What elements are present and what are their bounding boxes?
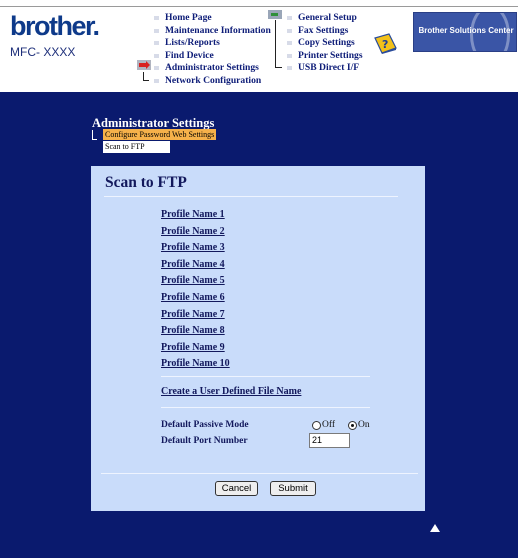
list-item: Profile Name 5: [161, 271, 230, 288]
submit-button[interactable]: Submit: [270, 481, 316, 496]
brother-logo[interactable]: brother.: [10, 13, 100, 40]
list-item: Profile Name 4: [161, 255, 230, 272]
menu-item-label: Lists/Reports: [165, 37, 220, 48]
divider: [101, 473, 418, 474]
menu-item-network-configuration[interactable]: Network Configuration: [153, 75, 271, 88]
menu-bullet-icon: [287, 28, 292, 33]
menu-bullet-icon: [287, 66, 292, 70]
radio-label: Off: [322, 420, 336, 430]
list-item: Profile Name 7: [161, 305, 230, 322]
menu-item-label: Copy Settings: [298, 37, 355, 48]
section-arrow-icon: [268, 10, 282, 19]
help-icon[interactable]: ?: [373, 33, 398, 54]
menu-bullet-icon: [154, 28, 159, 33]
passive-mode-label: Default Passive Mode: [161, 420, 249, 430]
profile-link-6[interactable]: Profile Name 6: [161, 292, 225, 303]
menu-bullet-icon: [154, 41, 159, 45]
menu-bullet-icon: [154, 78, 159, 83]
menu-item-label: Maintenance Information: [165, 24, 271, 36]
profile-link-2[interactable]: Profile Name 2: [161, 226, 225, 237]
radio-circle-checked: [348, 420, 357, 430]
menu-item-general-setup[interactable]: General Setup: [286, 12, 363, 25]
menu-item-label: General Setup: [298, 12, 357, 23]
profile-link-8[interactable]: Profile Name 8: [161, 325, 225, 336]
back-to-top-icon[interactable]: [430, 524, 440, 532]
menu-bullet-icon: [287, 16, 292, 20]
profile-list: Profile Name 1 Profile Name 2 Profile Na…: [161, 205, 230, 371]
menu-item-home-page[interactable]: Home Page: [153, 12, 271, 25]
radio-circle: [312, 420, 321, 430]
create-user-defined-file-name-link[interactable]: Create a User Defined File Name: [161, 386, 301, 397]
menu-item-administrator-settings[interactable]: Administrator Settings: [153, 62, 271, 75]
profile-link-4[interactable]: Profile Name 4: [161, 259, 225, 270]
menu-item-label: Find Device: [165, 49, 214, 61]
menu-item-find-device[interactable]: Find Device: [153, 50, 271, 63]
arrow-tip: [146, 61, 150, 69]
menu-bullet-icon: [287, 53, 292, 58]
menu-item-copy-settings[interactable]: Copy Settings: [286, 37, 363, 50]
panel-title: Scan to FTP: [105, 174, 187, 191]
tree-connector: [275, 20, 276, 68]
profile-link-9[interactable]: Profile Name 9: [161, 342, 225, 353]
menu-item-label: Printer Settings: [298, 49, 363, 61]
divider: [104, 196, 398, 197]
solutions-center-banner[interactable]: Brother Solutions Center: [413, 12, 517, 52]
menu-item-label: Home Page: [165, 12, 212, 23]
active-page-arrow-icon: [137, 60, 151, 70]
menu-bullet-icon: [154, 16, 159, 20]
list-item: Profile Name 2: [161, 222, 230, 239]
tree-connector: [92, 130, 97, 140]
menu-item-label: Administrator Settings: [165, 62, 259, 73]
list-item: Profile Name 1: [161, 205, 230, 222]
menu-item-fax-settings[interactable]: Fax Settings: [286, 25, 363, 38]
list-item: Profile Name 3: [161, 238, 230, 255]
header-top-divider: [0, 6, 518, 7]
menu-item-label: Network Configuration: [165, 74, 262, 86]
main-menu-left: Home Page Maintenance Information Lists/…: [153, 12, 271, 87]
arrow-shaft: [271, 13, 278, 16]
radio-label: On: [358, 420, 370, 430]
menu-item-maintenance-information[interactable]: Maintenance Information: [153, 25, 271, 38]
menu-bullet-icon: [154, 53, 159, 58]
scan-to-ftp-panel: [91, 166, 425, 511]
subtab-scan-to-ftp[interactable]: Scan to FTP: [103, 141, 170, 153]
menu-item-printer-settings[interactable]: Printer Settings: [286, 50, 363, 63]
divider: [161, 407, 370, 408]
tab-web-settings[interactable]: Web Settings: [170, 129, 217, 140]
profile-link-1[interactable]: Profile Name 1: [161, 209, 225, 220]
menu-item-label: Fax Settings: [298, 24, 349, 36]
port-number-label: Default Port Number: [161, 436, 248, 446]
profile-link-7[interactable]: Profile Name 7: [161, 309, 225, 320]
list-item: Profile Name 8: [161, 321, 230, 338]
cancel-button[interactable]: Cancel: [215, 481, 258, 496]
tree-connector: [143, 80, 149, 81]
banner-label: Brother Solutions Center: [418, 26, 514, 35]
menu-item-label: USB Direct I/F: [298, 62, 360, 73]
model-name: MFC- XXXX: [10, 45, 76, 59]
menu-bullet-icon: [287, 41, 292, 45]
menu-bullet-icon: [154, 66, 159, 70]
profile-link-5[interactable]: Profile Name 5: [161, 275, 225, 286]
menu-item-usb-direct-if[interactable]: USB Direct I/F: [286, 62, 363, 75]
header: brother. MFC- XXXX Home Page Maintenance…: [0, 0, 518, 92]
profile-link-3[interactable]: Profile Name 3: [161, 242, 225, 253]
profile-link-10[interactable]: Profile Name 10: [161, 358, 230, 369]
port-number-input[interactable]: 21: [309, 433, 350, 448]
tab-configure-password[interactable]: Configure Password: [103, 129, 173, 140]
list-item: Profile Name 9: [161, 338, 230, 355]
list-item: Profile Name 6: [161, 288, 230, 305]
divider: [161, 376, 370, 377]
list-item: Profile Name 10: [161, 354, 230, 371]
tree-connector: [275, 67, 282, 68]
svg-text:?: ?: [382, 38, 388, 51]
passive-mode-on-radio[interactable]: On: [348, 419, 370, 431]
menu-item-lists-reports[interactable]: Lists/Reports: [153, 37, 271, 50]
main-menu-right: General Setup Fax Settings Copy Settings…: [286, 12, 363, 75]
passive-mode-off-radio[interactable]: Off: [312, 419, 335, 431]
